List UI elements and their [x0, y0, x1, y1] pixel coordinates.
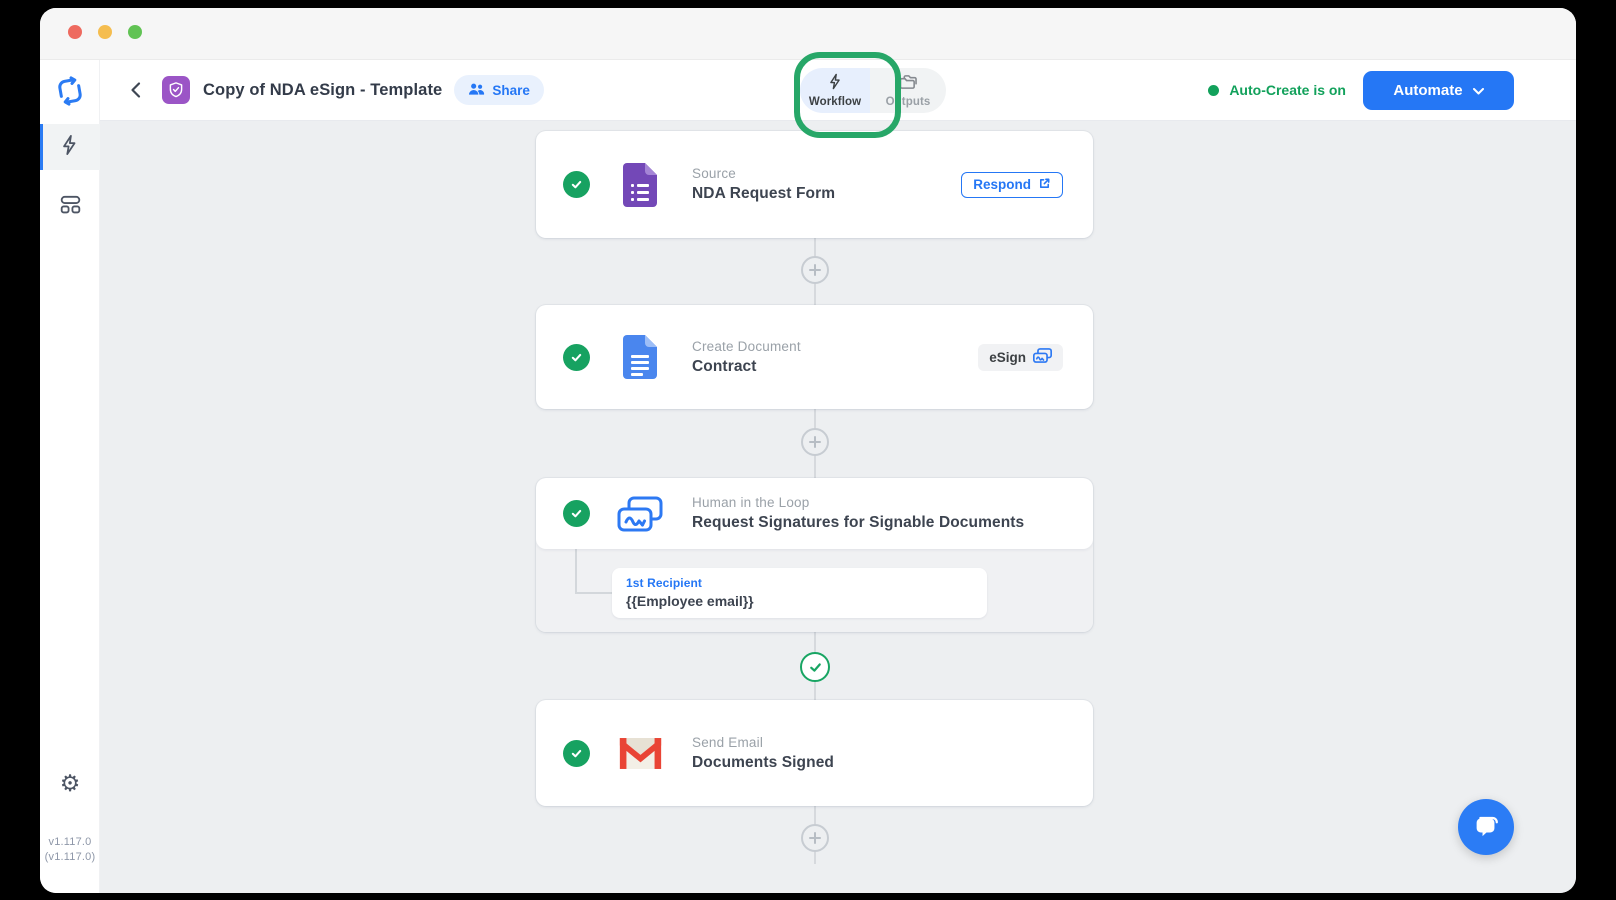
step-complete-icon [563, 171, 590, 198]
connector-line [575, 592, 612, 594]
share-button[interactable]: Share [454, 75, 544, 105]
header-bar: Copy of NDA eSign - Template Share Workf… [100, 60, 1576, 121]
settings-button[interactable]: ⚙ [40, 765, 100, 801]
step-title: Request Signatures for Signable Document… [692, 514, 1024, 532]
step-title: Documents Signed [692, 754, 834, 772]
gmail-icon [617, 736, 663, 771]
tab-workflow[interactable]: Workflow [800, 68, 870, 113]
minimize-window-button[interactable] [98, 25, 112, 39]
workflow-step-human-in-the-loop[interactable]: Human in the Loop Request Signatures for… [536, 478, 1093, 632]
auto-create-status: Auto-Create is on [1208, 82, 1346, 98]
lightning-bolt-icon [827, 73, 844, 93]
gear-icon: ⚙ [60, 770, 81, 797]
view-toggle: Workflow Outputs [800, 68, 946, 113]
branch-complete-icon [800, 652, 830, 682]
step-title: NDA Request Form [692, 185, 835, 203]
workflow-step-source[interactable]: Source NDA Request Form Respond [536, 131, 1093, 238]
chat-widget-button[interactable] [1458, 799, 1514, 855]
step-title: Contract [692, 358, 801, 376]
layout-icon [59, 193, 82, 221]
step-complete-icon [563, 344, 590, 371]
people-icon [468, 82, 485, 99]
lightning-bolt-icon [59, 134, 81, 161]
add-step-button[interactable] [801, 256, 829, 284]
automate-button[interactable]: Automate [1363, 71, 1514, 110]
recipient-card[interactable]: 1st Recipient {{Employee email}} [612, 568, 987, 618]
page-title: Copy of NDA eSign - Template [203, 81, 442, 100]
add-step-button[interactable] [801, 824, 829, 852]
esign-badge[interactable]: eSign [978, 344, 1063, 371]
esign-icon [617, 496, 663, 532]
app-window: ⚙ v1.117.0 (v1.117.0) Copy of NDA eSign … [40, 8, 1576, 893]
workflow-canvas: Source NDA Request Form Respond [100, 121, 1576, 893]
sidebar: ⚙ v1.117.0 (v1.117.0) [40, 60, 100, 893]
workflow-step-send-email[interactable]: Send Email Documents Signed [536, 700, 1093, 806]
workflow-step-create-document[interactable]: Create Document Contract eSign [536, 305, 1093, 409]
add-step-button[interactable] [801, 428, 829, 456]
back-button[interactable] [125, 80, 145, 100]
folder-icon [899, 74, 918, 93]
respond-button[interactable]: Respond [961, 172, 1063, 198]
step-type-label: Source [692, 166, 835, 181]
tab-outputs[interactable]: Outputs [870, 68, 946, 113]
shield-check-icon [162, 76, 190, 104]
close-window-button[interactable] [68, 25, 82, 39]
chevron-down-icon [1473, 82, 1484, 99]
sidebar-item-workflows[interactable] [40, 124, 100, 170]
connector-line [575, 549, 577, 593]
portant-logo[interactable] [53, 74, 87, 108]
step-type-label: Send Email [692, 735, 834, 750]
step-complete-icon [563, 500, 590, 527]
app-version: v1.117.0 (v1.117.0) [40, 835, 100, 865]
desktop-background: ⚙ v1.117.0 (v1.117.0) Copy of NDA eSign … [0, 0, 1616, 900]
window-titlebar [40, 8, 1576, 60]
step-type-label: Create Document [692, 339, 801, 354]
external-link-icon [1038, 177, 1051, 193]
google-docs-icon [617, 335, 663, 379]
step-complete-icon [563, 740, 590, 767]
step-type-label: Human in the Loop [692, 495, 1024, 510]
chat-bubble-icon [1471, 810, 1501, 845]
recipient-label: 1st Recipient [626, 576, 973, 590]
esign-icon [1033, 348, 1052, 366]
zoom-window-button[interactable] [128, 25, 142, 39]
status-dot-icon [1208, 85, 1219, 96]
sidebar-item-templates[interactable] [40, 184, 100, 230]
google-forms-icon [617, 163, 663, 207]
recipient-value: {{Employee email}} [626, 593, 973, 609]
